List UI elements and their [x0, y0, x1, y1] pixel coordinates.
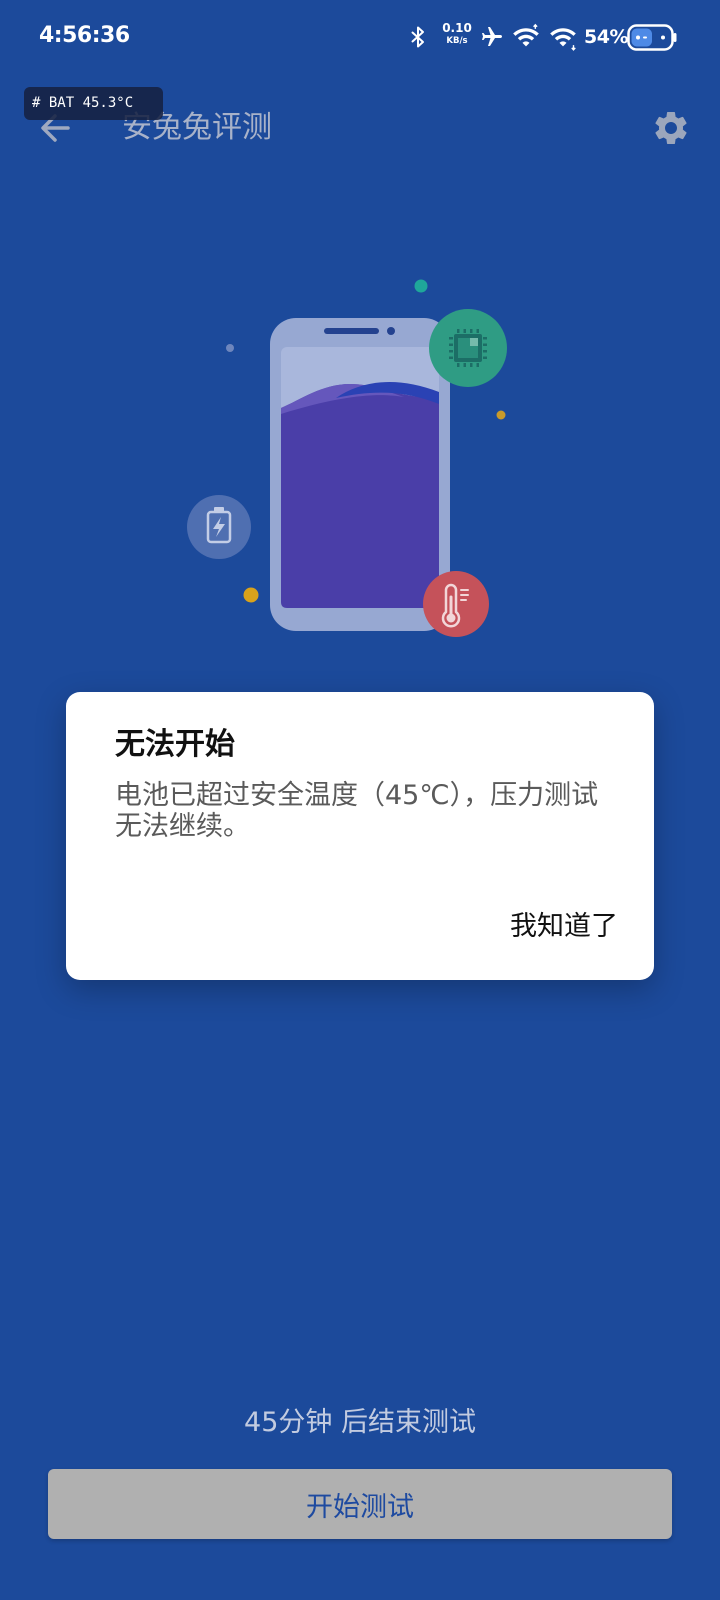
debug-battery-temp: # BAT 45.3°C [32, 95, 134, 111]
test-duration-text: 45分钟 后结束测试 [244, 1407, 476, 1438]
bluetooth-icon [411, 26, 424, 48]
airplane-mode-icon [482, 27, 502, 46]
stress-test-illustration [187, 279, 507, 637]
start-test-button[interactable]: 开始测试 [48, 1469, 672, 1539]
phone-illustration [270, 318, 450, 631]
error-dialog: 无法开始 电池已超过安全温度（45℃），压力测试无法继续。 我知道了 [66, 692, 654, 980]
battery-icon [627, 24, 677, 51]
battery-charging-icon [187, 495, 251, 559]
settings-button[interactable] [651, 108, 691, 148]
status-time: 4:56:36 [39, 23, 130, 48]
net-speed: 0.10 KB/s [440, 21, 474, 47]
thermometer-icon [423, 571, 489, 637]
net-speed-value: 0.10 [442, 21, 472, 35]
decorative-dot [226, 344, 234, 352]
wifi-icon [513, 23, 539, 47]
net-speed-unit: KB/s [446, 36, 468, 46]
wifi-icon [550, 28, 576, 51]
debug-overlay: # BAT 45.3°C [24, 87, 163, 120]
dialog-title: 无法开始 [115, 727, 235, 762]
battery-percent: 54% [584, 26, 628, 48]
battery-fill [631, 28, 652, 47]
decorative-dot [243, 587, 259, 603]
decorative-dot [414, 279, 428, 293]
decorative-dot [496, 410, 506, 420]
gear-icon [655, 112, 687, 144]
app-screen: 4:56:36 0.10 KB/s 54% 安兔兔评测 # BAT 45.3°C… [0, 0, 720, 1600]
chip-icon [429, 309, 507, 387]
start-test-button-label: 开始测试 [306, 1491, 414, 1523]
dialog-confirm-button[interactable]: 我知道了 [508, 909, 620, 945]
dialog-message: 电池已超过安全温度（45℃），压力测试无法继续。 [115, 780, 599, 842]
